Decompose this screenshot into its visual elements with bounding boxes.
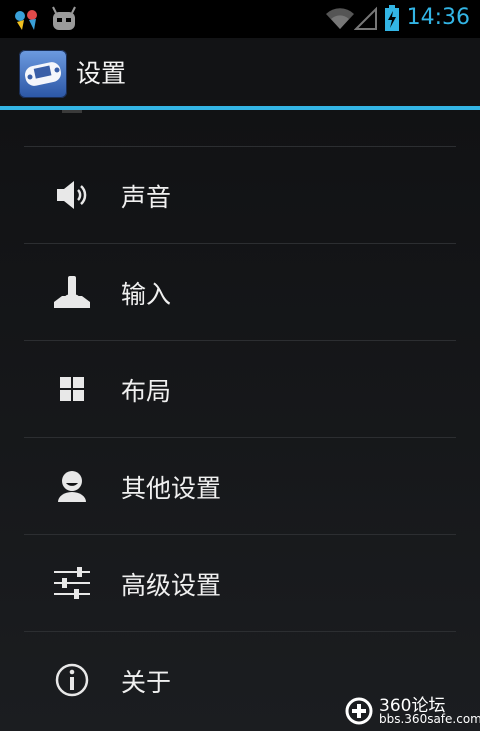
grid-icon [60, 377, 84, 401]
battery-charging-icon [385, 5, 399, 31]
android-robot-icon [52, 6, 76, 30]
360-logo-icon [345, 697, 373, 725]
scroll-indicator [62, 110, 82, 113]
settings-item-label: 布局 [121, 377, 172, 406]
settings-item-sound[interactable]: 声音 [24, 146, 456, 244]
settings-item-label: 其他设置 [121, 474, 222, 503]
settings-item-label: 关于 [121, 668, 172, 697]
notification-app-icon [15, 10, 37, 30]
signal-icon [354, 6, 377, 30]
wifi-icon [326, 8, 354, 29]
watermark: 360论坛 bbs.360safe.com [343, 691, 480, 731]
settings-list: 声音 输入 布局 其他设置 高级设置 关于 [0, 110, 480, 731]
settings-item-label: 高级设置 [121, 571, 222, 600]
watermark-url: bbs.360safe.com [379, 712, 480, 726]
settings-item-input[interactable]: 输入 [24, 243, 456, 341]
sliders-icon [54, 567, 90, 599]
speaker-icon [57, 181, 87, 209]
gba-emulator-app-icon[interactable] [19, 50, 67, 98]
info-icon [55, 663, 89, 697]
clock: 14:36 [406, 5, 470, 30]
settings-item-other[interactable]: 其他设置 [24, 437, 456, 535]
person-icon [58, 471, 86, 502]
action-bar: 设置 [0, 38, 480, 106]
settings-item-label: 输入 [121, 280, 172, 309]
status-bar: 14:36 [0, 0, 480, 38]
settings-item-layout[interactable]: 布局 [24, 340, 456, 438]
page-title: 设置 [76, 59, 127, 88]
joystick-icon [54, 276, 90, 308]
settings-item-advanced[interactable]: 高级设置 [24, 534, 456, 632]
settings-item-label: 声音 [121, 183, 172, 212]
